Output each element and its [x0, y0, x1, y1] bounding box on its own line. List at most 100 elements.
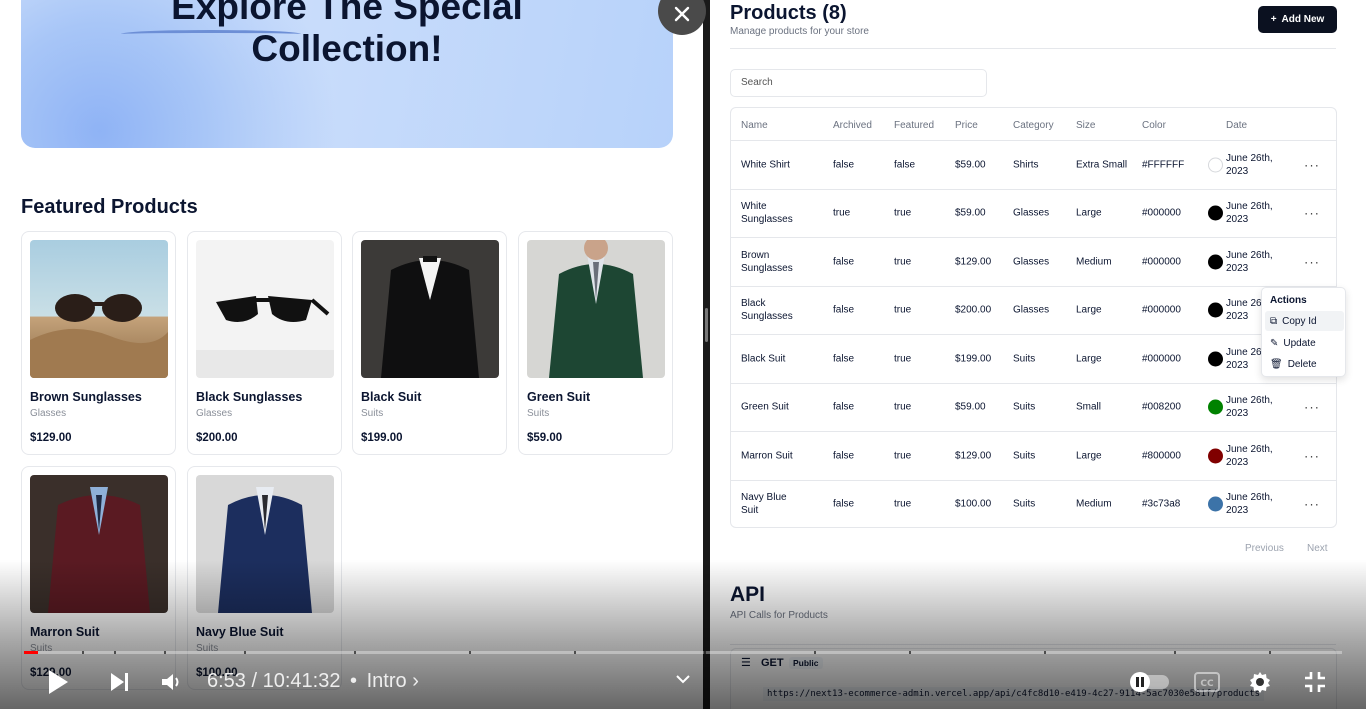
next-video-button[interactable]	[104, 668, 136, 696]
exit-fullscreen-button[interactable]	[1300, 668, 1330, 696]
cell-price: $129.00	[955, 256, 992, 268]
row-actions-button[interactable]: ···	[1304, 400, 1320, 415]
row-actions-button[interactable]: ···	[1304, 448, 1320, 463]
cell-name: Black Suit	[741, 353, 786, 365]
cell-featured: true	[894, 353, 912, 365]
cell-featured: false	[894, 159, 916, 171]
autoplay-toggle[interactable]	[1126, 670, 1172, 694]
cell-color: #000000	[1142, 256, 1181, 268]
cell-featured: true	[894, 256, 912, 268]
time-display: 6:53 / 10:41:32 • Intro ›	[207, 670, 419, 693]
product-category: Suits	[361, 408, 384, 419]
chapter-marker	[574, 651, 576, 654]
chapter-marker	[354, 651, 356, 654]
cell-archived: false	[833, 256, 855, 268]
storefront-pane: Explore The Special Collection! Featured…	[0, 0, 703, 709]
hero-title-line-1: Explore The Special	[171, 0, 523, 27]
product-name: Green Suit	[527, 390, 591, 404]
chevron-down-icon	[676, 675, 690, 684]
cell-date: June 26th, 2023	[1226, 152, 1273, 177]
add-new-button[interactable]: + Add New	[1258, 6, 1337, 33]
cell-size: Large	[1076, 207, 1102, 219]
search-input[interactable]: Search	[730, 69, 987, 97]
chapter-marker	[704, 651, 706, 654]
cell-name: Black Sunglasses	[741, 298, 793, 323]
cell-date: June 26th, 2023	[1226, 443, 1273, 468]
column-header-price: Price	[955, 120, 978, 131]
menu-item-update[interactable]: ✎ Update	[1265, 333, 1344, 353]
cell-price: $59.00	[955, 207, 986, 219]
previous-button[interactable]: Previous	[1245, 543, 1284, 561]
captions-button[interactable]: CC	[1192, 670, 1222, 694]
cell-name: Navy Blue Suit	[741, 492, 787, 517]
column-header-name: Name	[741, 120, 768, 131]
product-card[interactable]: Black Suit Suits $199.00	[352, 231, 507, 455]
table-row: Black Suit false true $199.00 Suits Large #000…	[731, 334, 1336, 383]
actions-menu-title: Actions	[1270, 295, 1307, 306]
cell-size: Medium	[1076, 498, 1112, 510]
column-header-date: Date	[1226, 120, 1248, 131]
close-icon	[674, 6, 690, 22]
product-price: $129.00	[30, 432, 72, 444]
row-actions-button[interactable]: ···	[1304, 206, 1320, 221]
product-price: $199.00	[361, 432, 403, 444]
black-sunglasses-image	[196, 240, 334, 378]
chapter-title[interactable]: Intro	[367, 670, 407, 692]
maroon-suit-image	[30, 475, 168, 613]
hero-title-line-2: Collection!	[251, 28, 443, 69]
row-actions-button[interactable]: ···	[1304, 497, 1320, 512]
cell-archived: false	[833, 498, 855, 510]
play-button[interactable]	[42, 666, 74, 698]
product-card[interactable]: Brown Sunglasses Glasses $129.00	[21, 231, 176, 455]
settings-button[interactable]	[1246, 668, 1274, 696]
column-header-size: Size	[1076, 120, 1096, 131]
product-card[interactable]: Marron Suit Suits $129.00	[21, 466, 176, 690]
product-name: Marron Suit	[30, 625, 100, 639]
column-header-archived: Archived	[833, 120, 872, 131]
pane-divider[interactable]	[703, 0, 710, 709]
product-card[interactable]: Black Sunglasses Glasses $200.00	[187, 231, 342, 455]
chevron-right-icon: ›	[412, 670, 419, 692]
chapter-marker	[1174, 651, 1176, 654]
chapter-marker	[114, 651, 116, 654]
product-card[interactable]: Green Suit Suits $59.00	[518, 231, 673, 455]
chapter-separator: •	[350, 670, 358, 692]
edit-icon: ✎	[1270, 337, 1279, 349]
cell-category: Glasses	[1013, 207, 1050, 219]
row-actions-button[interactable]: ···	[1304, 157, 1320, 172]
product-price: $200.00	[196, 432, 238, 444]
table-row: Brown Sunglasses false true $129.00 Glasses M…	[731, 237, 1336, 286]
color-swatch	[1208, 448, 1223, 464]
cell-price: $199.00	[955, 353, 992, 365]
cell-archived: false	[833, 401, 855, 413]
cell-color: #000000	[1142, 304, 1181, 316]
progress-bar[interactable]	[24, 651, 1342, 654]
time-separator: /	[251, 670, 263, 692]
svg-text:CC: CC	[1200, 679, 1214, 689]
expand-button[interactable]	[672, 668, 694, 690]
row-actions-button[interactable]: ···	[1304, 254, 1320, 269]
menu-item-delete[interactable]: 🗑︎ Delete	[1265, 354, 1344, 374]
cell-category: Suits	[1013, 498, 1036, 510]
mute-button[interactable]	[156, 668, 186, 696]
cell-color: #000000	[1142, 353, 1181, 365]
api-heading: API	[730, 583, 766, 606]
divider-grip-handle[interactable]	[705, 308, 708, 342]
cell-featured: true	[894, 450, 912, 462]
product-card[interactable]: Navy Blue Suit Suits $100.00	[187, 466, 342, 690]
cell-color: #3c73a8	[1142, 498, 1181, 510]
chapter-marker	[814, 651, 816, 654]
cell-name: Marron Suit	[741, 450, 793, 462]
product-name: Black Sunglasses	[196, 390, 303, 404]
table-row: Green Suit false true $59.00 Suits Small #0082…	[731, 382, 1336, 432]
navy-suit-image	[196, 475, 334, 613]
featured-products-heading: Featured Products	[21, 196, 198, 218]
cell-size: Small	[1076, 401, 1102, 413]
cell-name: Green Suit	[741, 401, 789, 413]
next-button[interactable]: Next	[1307, 543, 1328, 561]
color-swatch	[1208, 351, 1223, 367]
cell-category: Glasses	[1013, 256, 1050, 268]
green-suit-image	[527, 240, 665, 378]
menu-item-copy-id[interactable]: ⧉ Copy Id	[1265, 311, 1344, 331]
cell-color: #FFFFFF	[1142, 159, 1185, 171]
